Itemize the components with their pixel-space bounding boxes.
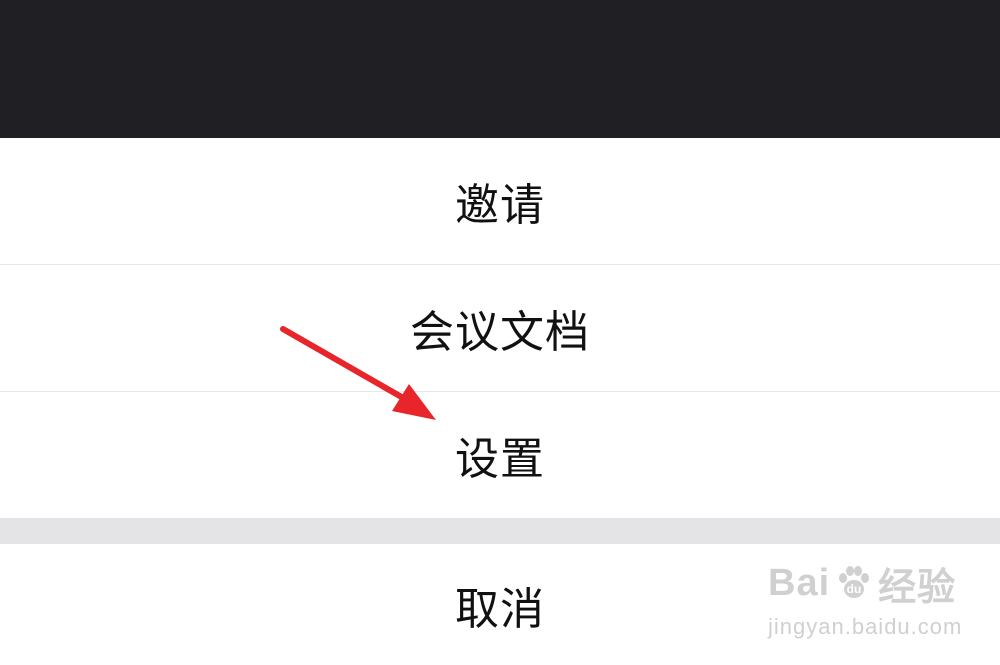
watermark-brand-left: Bai xyxy=(768,561,831,604)
watermark-brand: Bai du 经验 xyxy=(768,556,958,610)
dimmed-backdrop[interactable] xyxy=(0,0,1000,138)
menu-item-meeting-docs[interactable]: 会议文档 xyxy=(0,265,1000,391)
watermark-brand-mid: du xyxy=(847,582,862,596)
cancel-label: 取消 xyxy=(455,583,545,635)
menu-item-settings[interactable]: 设置 xyxy=(0,392,1000,518)
menu-item-label: 设置 xyxy=(455,434,545,485)
group-separator xyxy=(0,518,1000,544)
menu-item-label: 邀请 xyxy=(455,180,545,231)
menu-item-invite[interactable]: 邀请 xyxy=(0,138,1000,264)
menu-item-label: 会议文档 xyxy=(410,307,590,358)
paw-icon: du xyxy=(839,566,870,598)
baidu-watermark: Bai du 经验 jingyan.baidu.com xyxy=(768,556,963,646)
watermark-url: jingyan.baidu.com xyxy=(768,614,963,639)
watermark-brand-right: 经验 xyxy=(878,566,957,609)
